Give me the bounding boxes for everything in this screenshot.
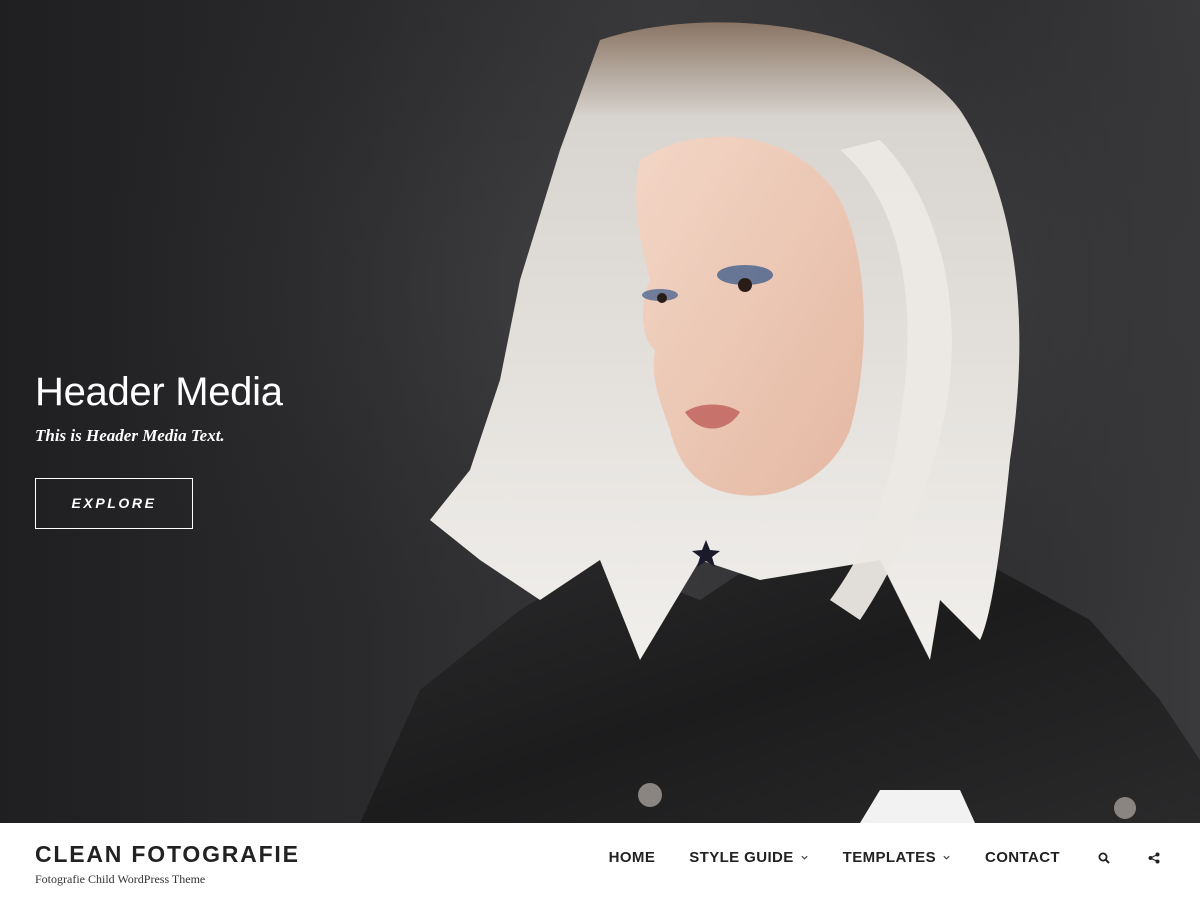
nav-item-label: TEMPLATES	[842, 849, 936, 866]
site-header: CLEAN FOTOGRAFIE Fotografie Child WordPr…	[0, 823, 1200, 900]
search-button[interactable]	[1098, 852, 1110, 864]
nav-item-contact[interactable]: CONTACT	[985, 849, 1060, 866]
nav-item-label: CONTACT	[984, 849, 1060, 866]
hero-content: Header Media This is Header Media Text. …	[35, 368, 455, 529]
nav-item-label: HOME	[608, 849, 656, 866]
share-button[interactable]	[1148, 852, 1160, 864]
explore-button[interactable]: EXPLORE	[35, 478, 193, 529]
chevron-down-icon	[801, 855, 808, 860]
primary-nav: HOME STYLE GUIDE TEMPLATES CONTACT	[609, 849, 1160, 866]
nav-item-home[interactable]: HOME	[609, 849, 656, 866]
site-branding: CLEAN FOTOGRAFIE Fotografie Child WordPr…	[35, 841, 300, 887]
chevron-down-icon	[943, 855, 950, 860]
share-icon	[1148, 852, 1160, 863]
nav-item-templates[interactable]: TEMPLATES	[843, 849, 951, 866]
search-icon	[1098, 852, 1110, 864]
hero-text: This is Header Media Text.	[35, 426, 225, 445]
nav-item-label: STYLE GUIDE	[689, 849, 794, 866]
hero-section: Header Media This is Header Media Text. …	[0, 0, 1200, 823]
nav-item-style-guide[interactable]: STYLE GUIDE	[689, 849, 808, 866]
site-tagline: Fotografie Child WordPress Theme	[35, 872, 206, 886]
hero-title: Header Media	[35, 370, 283, 414]
site-title[interactable]: CLEAN FOTOGRAFIE	[35, 841, 300, 867]
